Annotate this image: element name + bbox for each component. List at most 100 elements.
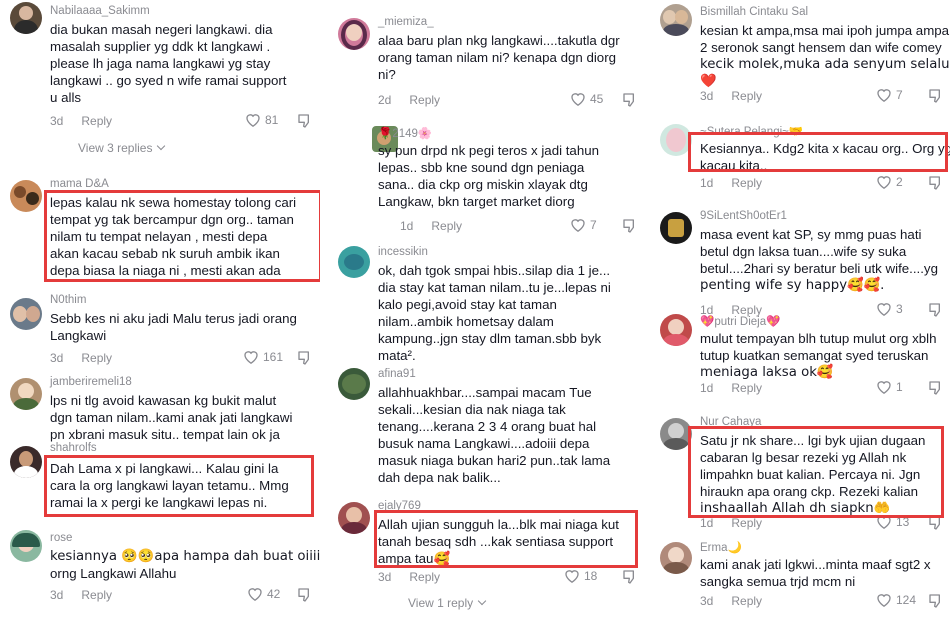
like-button[interactable]: 161 [243,349,283,364]
comment-username[interactable]: 9SiLentSh0otEr1 [700,210,787,222]
comment-time: 1d [700,176,714,190]
comments-column-3: Bismillah Cintaku Sal kesian kt ampa,msa… [650,0,950,620]
avatar[interactable] [10,298,42,330]
like-button[interactable]: 18 [564,568,597,583]
avatar[interactable] [660,4,692,36]
reply-button[interactable]: Reply [731,89,762,103]
comment-username[interactable]: Nabilaaaa_Sakimm [50,5,150,17]
comment-username[interactable]: afina91 [378,368,416,380]
avatar[interactable] [660,212,692,244]
like-button[interactable]: 13 [876,514,909,529]
like-count: 3 [896,301,903,316]
avatar[interactable] [10,446,42,478]
avatar[interactable] [660,124,692,156]
dislike-icon[interactable] [928,175,944,191]
comment-meta: 3d Reply [50,588,112,602]
dislike-icon[interactable] [928,380,944,396]
dislike-icon[interactable] [928,593,944,609]
like-button[interactable]: 45 [570,91,603,106]
like-count: 13 [896,514,910,529]
dislike-icon[interactable] [297,113,313,129]
comment-username[interactable]: Nur Cahaya [700,416,761,428]
comment-text: kami anak jati lgkwi...minta maaf sgt2 x… [700,557,931,589]
avatar[interactable] [660,418,692,450]
comment-time: 3d [700,89,714,103]
comment-username[interactable]: 💖putri Dieja💖 [700,314,780,328]
heart-icon [877,303,891,316]
reply-button[interactable]: Reply [81,351,112,365]
dislike-icon[interactable] [622,92,638,108]
reply-button[interactable]: Reply [409,93,440,107]
comment-text: ok, dah tgok smpai hbis..silap dia 1 je.… [378,263,611,363]
comment-text: Allah ujian sungguh la...blk mai niaga k… [378,517,619,566]
comment-username[interactable]: incessikin [378,246,428,258]
dislike-icon[interactable] [297,587,313,603]
avatar[interactable] [10,530,42,562]
comment-username[interactable]: ejaly769 [378,500,421,512]
avatar[interactable] [338,18,370,50]
reply-button[interactable]: Reply [731,516,762,530]
reply-button[interactable]: Reply [731,176,762,190]
comments-column-1: Nabilaaaa_Sakimm dia bukan masah negeri … [0,0,320,620]
comment-text: Kesiannya.. Kdg2 kita x kacau org.. Org … [700,141,950,173]
avatar[interactable] [10,2,42,34]
comment-username[interactable]: N0thim [50,294,86,306]
like-count: 161 [263,349,284,364]
avatar[interactable] [660,542,692,574]
comment-username[interactable]: ~Sutera Pelangi~🤝 [700,124,803,138]
comment-username[interactable]: rose [50,532,72,544]
dislike-icon[interactable] [928,515,944,531]
comment-text: kesiannya 🥺🥺apa hampa dah buat oiiii orn… [50,549,320,581]
view-replies-button[interactable]: View 3 replies [78,141,164,155]
avatar[interactable] [10,378,42,410]
reply-button[interactable]: Reply [409,570,440,584]
comments-column-2: _miemiza_ alaa baru plan nkg langkawi...… [328,0,644,620]
comment-username[interactable]: Erma🌙 [700,540,742,554]
avatar[interactable] [660,314,692,346]
comment-username[interactable]: Bismillah Cintaku Sal [700,6,808,18]
like-button[interactable]: 81 [245,112,278,127]
dislike-icon[interactable] [928,88,944,104]
dislike-icon[interactable] [622,569,638,585]
comment-username[interactable]: jamberiremeli18 [50,376,132,388]
reply-button[interactable]: Reply [731,381,762,395]
avatar[interactable] [338,368,370,400]
view-replies-button[interactable]: View 1 reply [408,596,485,610]
comment-text: Sebb kes ni aku jadi Malu terus jadi ora… [50,311,297,343]
comment-time: 1d [400,219,414,233]
dislike-icon[interactable] [928,302,944,318]
reply-button[interactable]: Reply [431,219,462,233]
like-button[interactable]: 1 [876,379,903,394]
like-count: 45 [590,91,604,106]
like-count: 81 [265,112,279,127]
heart-icon [571,93,585,106]
like-button[interactable]: 124 [876,592,916,607]
like-button[interactable]: 7 [876,87,903,102]
reply-button[interactable]: Reply [81,588,112,602]
comment-username[interactable]: 🌹2149🌸 [378,126,432,140]
like-button[interactable]: 7 [570,217,597,232]
dislike-icon[interactable] [297,350,313,366]
reply-button[interactable]: Reply [731,594,762,608]
comment-username[interactable]: mama D&A [50,178,109,190]
comment-meta: 3d Reply [700,594,762,608]
comment-text: lps ni tlg avoid kawasan kg bukit malut … [50,393,293,442]
comment-text: kesian kt ampa,msa mai ipoh jumpa ampa 2… [700,23,950,89]
comment-text: sy pun drpd nk pegi teros x jadi tahun l… [378,143,600,209]
avatar[interactable] [338,502,370,534]
avatar[interactable] [10,180,42,212]
comment-text: Satu jr nk share... lgi byk ujian dugaan… [700,433,926,516]
comment-username[interactable]: shahrolfs [50,442,97,454]
heart-icon [565,570,579,583]
dislike-icon[interactable] [622,218,638,234]
comment-username[interactable]: _miemiza_ [378,16,434,28]
like-button[interactable]: 3 [876,301,903,316]
comment-time: 1d [700,381,714,395]
reply-button[interactable]: Reply [81,114,112,128]
heart-icon [877,89,891,102]
like-button[interactable]: 2 [876,174,903,189]
comment-time: 3d [50,351,64,365]
comment-meta: 1d Reply [700,516,762,530]
like-button[interactable]: 42 [247,586,280,601]
avatar[interactable] [338,246,370,278]
